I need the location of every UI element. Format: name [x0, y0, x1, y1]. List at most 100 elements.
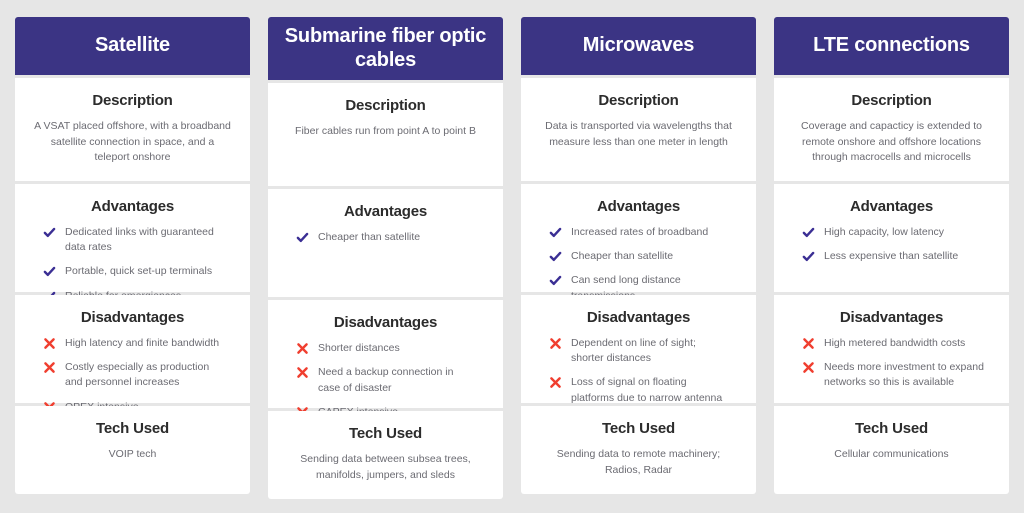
cross-icon	[44, 362, 55, 374]
advantages-item-label: Increased rates of broadband	[571, 226, 709, 238]
disadvantages-section: Disadvantages High metered bandwidth cost…	[774, 295, 1009, 403]
tech-used-heading: Tech Used	[602, 420, 675, 437]
list-item: Dependent on line of sight; shorter dist…	[549, 336, 744, 366]
comparison-column: Microwaves Description Data is transported…	[521, 17, 756, 494]
list-item: Cheaper than satellite	[296, 230, 491, 245]
disadvantages-list: High metered bandwidth costs Needs more i…	[786, 336, 997, 391]
check-icon	[43, 267, 56, 277]
disadvantages-item-label: Dependent on line of sight; shorter dist…	[571, 337, 696, 365]
disadvantages-item-label: Shorter distances	[318, 342, 400, 355]
description-heading: Description	[345, 97, 426, 115]
disadvantages-item-label: High latency and finite bandwidth	[65, 337, 220, 349]
description-section: Description Coverage and capacticy is ext…	[774, 78, 1009, 181]
comparison-column: Satellite Description A VSAT placed offsho…	[15, 17, 250, 494]
disadvantages-heading: Disadvantages	[839, 309, 944, 326]
tech-used-section: Tech Used VOIP tech	[15, 406, 250, 494]
disadvantages-section: Disadvantages Dependent on line of sight;…	[521, 295, 756, 419]
advantages-heading: Advantages	[90, 198, 175, 215]
cross-icon	[297, 367, 308, 379]
advantages-item-label: Portable, quick set-up terminals	[65, 265, 213, 278]
cross-icon	[44, 338, 55, 349]
list-item: Cheaper than satellite	[549, 249, 744, 264]
list-item: Shorter distances	[296, 341, 491, 356]
list-item: Dedicated links with guaranteed data rat…	[43, 225, 238, 255]
column-title: Submarine fiber optic cables	[284, 25, 487, 71]
tech-used-section: Tech Used Cellular communications	[774, 406, 1009, 494]
disadvantages-section: Disadvantages Shorter distances Need a bac…	[268, 300, 503, 418]
check-icon	[549, 251, 562, 262]
column-header: Microwaves	[521, 17, 756, 75]
advantages-item-label: Less expensive than satellite	[824, 250, 959, 263]
disadvantages-heading: Disadvantages	[333, 314, 438, 332]
description-text: Coverage and capacticy is extended to re…	[801, 120, 982, 164]
disadvantages-list: High latency and finite bandwidth Costly …	[27, 336, 238, 415]
comparison-column: LTE connections Description Coverage and c…	[774, 17, 1009, 494]
list-item: Costly especially as production and pers…	[43, 360, 238, 390]
column-title: Satellite	[95, 34, 170, 57]
description-heading: Description	[851, 92, 932, 109]
tech-used-text: Sending data between subsea trees, manif…	[300, 453, 471, 481]
check-icon	[43, 227, 56, 238]
advantages-heading: Advantages	[849, 198, 934, 215]
tech-used-text: Cellular communications	[834, 448, 949, 460]
list-item: Increased rates of broadband	[549, 225, 744, 240]
description-section: Description Fiber cables run from point A…	[268, 83, 503, 187]
description-heading: Description	[92, 92, 173, 109]
disadvantages-heading: Disadvantages	[80, 309, 185, 326]
advantages-section: Advantages High capacity, low latency Less…	[774, 184, 1009, 292]
advantages-item-label: Cheaper than satellite	[571, 250, 674, 263]
description-text: Data is transported via wavelengths that…	[545, 120, 732, 148]
cross-icon	[803, 338, 814, 349]
disadvantages-item-label: High metered bandwidth costs	[824, 337, 966, 349]
disadvantages-heading: Disadvantages	[586, 309, 691, 326]
check-icon	[549, 227, 562, 238]
disadvantages-list: Shorter distances Need a backup connectio…	[280, 341, 491, 420]
cross-icon	[803, 362, 814, 374]
disadvantages-item-label: Need a backup connection in case of disa…	[318, 366, 454, 394]
advantages-list: High capacity, low latency Less expensive…	[786, 225, 997, 264]
tech-used-text: VOIP tech	[108, 448, 157, 460]
advantages-section: Advantages Increased rates of broadband Ch…	[521, 184, 756, 302]
tech-used-heading: Tech Used	[96, 420, 169, 437]
list-item: High metered bandwidth costs	[802, 336, 997, 351]
disadvantages-item-label: Needs more investment to expand networks…	[824, 361, 984, 389]
check-icon	[296, 232, 309, 243]
advantages-section: Advantages Dedicated links with guarantee…	[15, 184, 250, 302]
check-icon	[802, 251, 815, 262]
tech-used-section: Tech Used Sending data between subsea tre…	[268, 411, 503, 500]
disadvantages-section: Disadvantages High latency and finite ban…	[15, 295, 250, 413]
column-title: Microwaves	[582, 34, 695, 57]
column-header: LTE connections	[774, 17, 1009, 75]
description-section: Description A VSAT placed offshore, with …	[15, 78, 250, 181]
list-item: Need a backup connection in case of disa…	[296, 365, 491, 395]
advantages-list: Increased rates of broadband Cheaper than…	[533, 225, 744, 304]
column-header: Satellite	[15, 17, 250, 75]
advantages-list: Cheaper than satellite	[280, 230, 491, 245]
description-text: Fiber cables run from point A to point B	[295, 125, 476, 138]
advantages-item-label: Cheaper than satellite	[318, 231, 421, 244]
description-text: A VSAT placed offshore, with a broadband…	[34, 120, 231, 164]
advantages-heading: Advantages	[596, 198, 681, 215]
advantages-item-label: Dedicated links with guaranteed data rat…	[65, 226, 214, 254]
advantages-list: Dedicated links with guaranteed data rat…	[27, 225, 238, 304]
advantages-section: Advantages Cheaper than satellite	[268, 189, 503, 298]
tech-used-text: Sending data to remote machinery; Radios…	[556, 448, 721, 476]
check-icon	[802, 227, 815, 238]
advantages-item-label: High capacity, low latency	[824, 226, 945, 238]
advantages-heading: Advantages	[343, 203, 428, 221]
cross-icon	[550, 338, 561, 349]
tech-used-heading: Tech Used	[349, 425, 422, 443]
list-item: Portable, quick set-up terminals	[43, 264, 238, 279]
comparison-table: Satellite Description A VSAT placed offsho…	[0, 0, 1024, 513]
tech-used-section: Tech Used Sending data to remote machiner…	[521, 406, 756, 494]
list-item: High capacity, low latency	[802, 225, 997, 240]
list-item: Less expensive than satellite	[802, 249, 997, 264]
list-item: High latency and finite bandwidth	[43, 336, 238, 351]
comparison-column: Submarine fiber optic cables Description F…	[268, 17, 503, 500]
tech-used-heading: Tech Used	[855, 420, 928, 437]
column-title: LTE connections	[813, 34, 970, 57]
list-item: Needs more investment to expand networks…	[802, 360, 997, 390]
cross-icon	[297, 343, 308, 354]
disadvantages-item-label: Costly especially as production and pers…	[65, 361, 210, 389]
cross-icon	[550, 377, 561, 389]
